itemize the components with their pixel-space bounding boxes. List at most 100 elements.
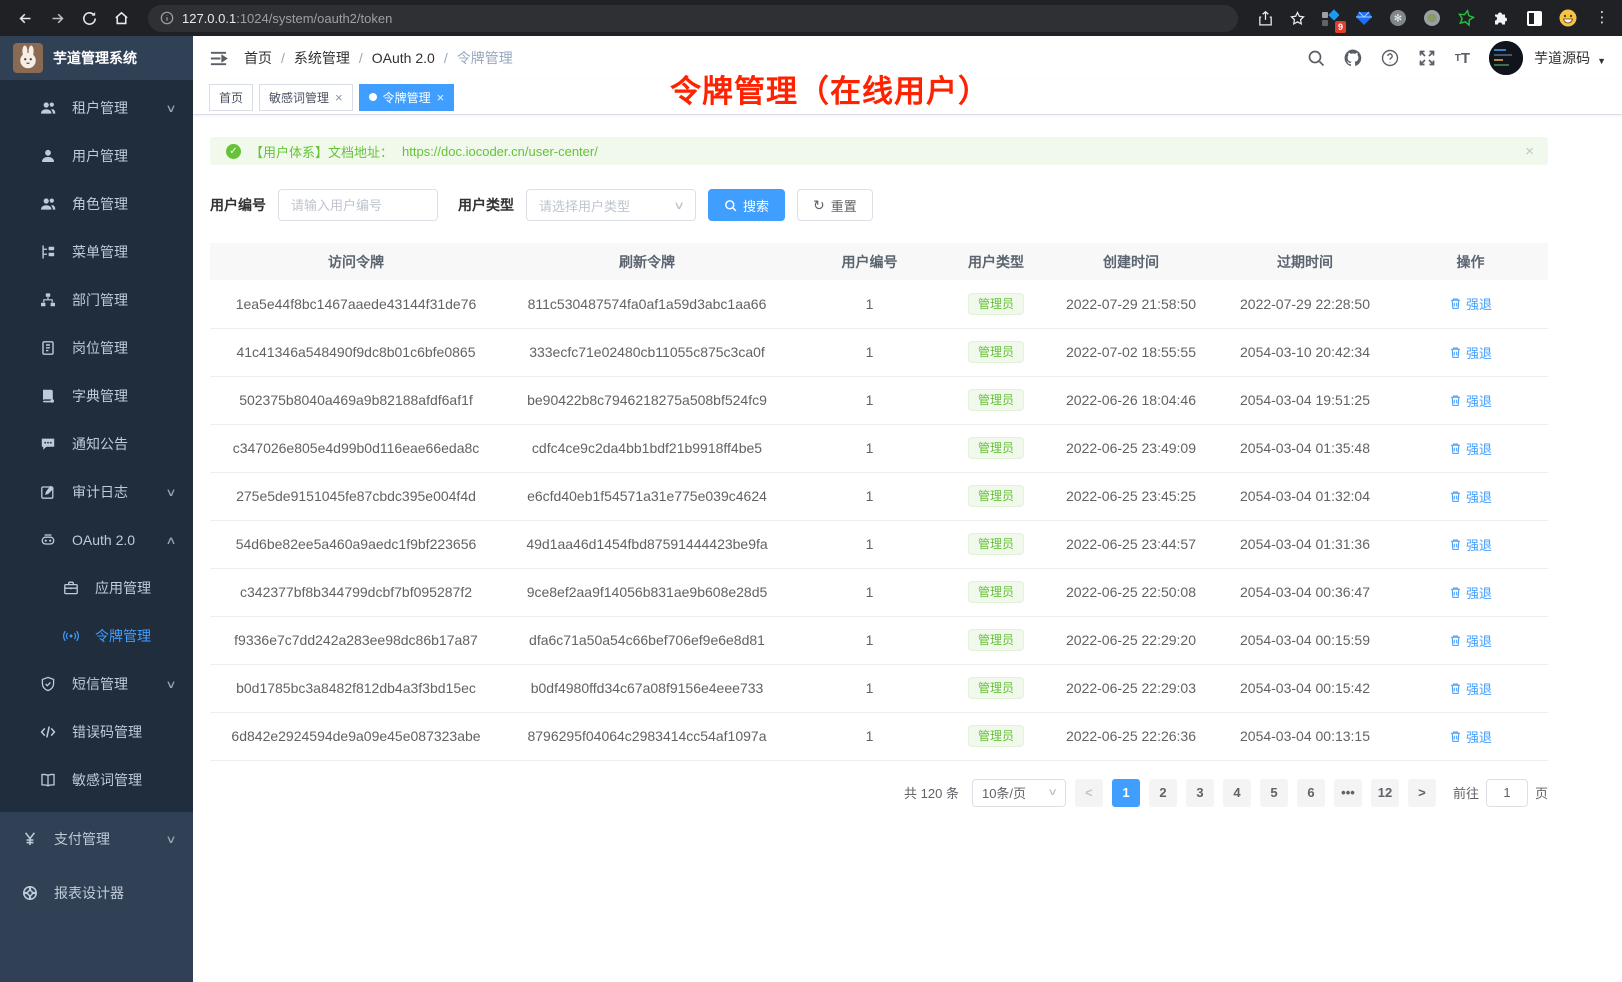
org-icon: [40, 292, 56, 308]
column-header: 创建时间: [1045, 243, 1217, 280]
table-header-row: 访问令牌刷新令牌用户编号用户类型创建时间过期时间操作: [210, 243, 1548, 280]
access-token-cell: 54d6be82ee5a460a9aedc1f9bf223656: [210, 520, 502, 568]
breadcrumb-item[interactable]: 系统管理: [294, 48, 350, 68]
username[interactable]: 芋道源码: [1534, 48, 1590, 68]
command-extension-icon[interactable]: ✻: [1388, 8, 1408, 28]
table-row: 54d6be82ee5a460a9aedc1f9bf223656 49d1aa4…: [210, 520, 1548, 568]
address-bar[interactable]: 127.0.0.1:1024/system/oauth2/token: [148, 5, 1238, 32]
user-id-input[interactable]: [278, 189, 438, 221]
page-button[interactable]: 3: [1186, 779, 1214, 807]
trash-icon: [1449, 730, 1462, 743]
refresh-token-cell: dfa6c71a50a54c66bef706ef9e6e8d81: [502, 616, 792, 664]
page-button[interactable]: 2: [1149, 779, 1177, 807]
sidebar-item[interactable]: 短信管理 ∨: [0, 660, 193, 708]
share-icon[interactable]: [1250, 4, 1280, 32]
header-search-icon[interactable]: [1307, 49, 1325, 67]
alert-close-icon[interactable]: ×: [1525, 143, 1534, 160]
sidebar-item[interactable]: 部门管理: [0, 276, 193, 324]
user-menu-caret-icon[interactable]: ▼: [1597, 56, 1606, 66]
create-time-cell: 2022-06-25 22:50:08: [1045, 568, 1217, 616]
more-pages-button[interactable]: •••: [1334, 779, 1362, 807]
home-icon[interactable]: [106, 4, 136, 32]
browser-menu-icon[interactable]: ⋮: [1592, 8, 1612, 28]
force-logout-button[interactable]: 强退: [1449, 439, 1492, 458]
github-icon[interactable]: [1344, 49, 1362, 67]
tab-close-icon[interactable]: ×: [437, 90, 445, 105]
sidebar-item[interactable]: 菜单管理: [0, 228, 193, 276]
sidebar-item[interactable]: 支付管理 ∨: [0, 812, 193, 866]
user-id-cell: 1: [792, 280, 947, 328]
tab[interactable]: 敏感词管理 ×: [259, 84, 353, 111]
puzzle-extensions-icon[interactable]: [1490, 8, 1510, 28]
breadcrumb-item[interactable]: 首页: [244, 48, 272, 68]
create-time-cell: 2022-07-02 18:55:55: [1045, 328, 1217, 376]
help-icon[interactable]: [1381, 49, 1399, 67]
force-logout-button[interactable]: 强退: [1449, 294, 1492, 313]
sidebar-item[interactable]: OAuth 2.0 ∧: [0, 516, 193, 564]
collapse-sidebar-icon[interactable]: [209, 49, 228, 68]
signal-icon: [63, 628, 79, 644]
sidebar-item[interactable]: 错误码管理: [0, 708, 193, 756]
reload-icon[interactable]: [74, 4, 104, 32]
page-button[interactable]: 4: [1223, 779, 1251, 807]
force-logout-button[interactable]: 强退: [1449, 583, 1492, 602]
font-size-icon[interactable]: TT: [1455, 50, 1470, 67]
green-star-extension-icon[interactable]: [1456, 8, 1476, 28]
user-type-select[interactable]: 请选择用户类型∨: [526, 189, 696, 221]
force-logout-button[interactable]: 强退: [1449, 391, 1492, 410]
fullscreen-icon[interactable]: [1418, 49, 1436, 67]
page-button[interactable]: 6: [1297, 779, 1325, 807]
sidebar-item[interactable]: 用户管理: [0, 132, 193, 180]
next-page-button[interactable]: >: [1408, 779, 1436, 807]
site-info-icon[interactable]: [160, 11, 174, 25]
force-logout-button[interactable]: 强退: [1449, 679, 1492, 698]
table-row: f9336e7c7dd242a283ee98dc86b17a87 dfa6c71…: [210, 616, 1548, 664]
back-icon[interactable]: [10, 4, 40, 32]
goto-page-input[interactable]: [1486, 779, 1528, 807]
profile-emoji-icon[interactable]: [1558, 8, 1578, 28]
force-logout-button[interactable]: 强退: [1449, 487, 1492, 506]
app-logo-rabbit-icon: [13, 43, 43, 73]
app-logo-row[interactable]: 芋道管理系统: [0, 36, 193, 80]
sidebar-item[interactable]: 敏感词管理: [0, 756, 193, 804]
user-type-badge: 管理员: [968, 485, 1024, 507]
tab-close-icon[interactable]: ×: [335, 90, 343, 105]
page-button[interactable]: 1: [1112, 779, 1140, 807]
gem-extension-icon[interactable]: [1354, 8, 1374, 28]
page-button[interactable]: 12: [1371, 779, 1399, 807]
sidebar-item[interactable]: 租户管理 ∨: [0, 84, 193, 132]
tab[interactable]: 首页: [209, 84, 253, 111]
force-logout-button[interactable]: 强退: [1449, 535, 1492, 554]
record-extension-icon[interactable]: [1422, 8, 1442, 28]
avatar[interactable]: [1489, 41, 1523, 75]
sidebar-item[interactable]: 岗位管理: [0, 324, 193, 372]
reset-button[interactable]: ↻ 重置: [797, 189, 873, 221]
force-logout-button[interactable]: 强退: [1449, 631, 1492, 650]
sidebar-item[interactable]: 字典管理: [0, 372, 193, 420]
breadcrumb-separator: /: [359, 50, 363, 66]
split-screen-icon[interactable]: [1524, 8, 1544, 28]
search-button[interactable]: 搜索: [708, 189, 785, 221]
force-logout-button[interactable]: 强退: [1449, 727, 1492, 746]
sidebar-item[interactable]: 通知公告: [0, 420, 193, 468]
sidebar-item[interactable]: 角色管理: [0, 180, 193, 228]
tab-group-extension-icon[interactable]: 9: [1320, 8, 1340, 28]
sidebar-item[interactable]: 令牌管理: [0, 612, 193, 660]
doc-link[interactable]: https://doc.iocoder.cn/user-center/: [402, 144, 598, 159]
bookmark-star-icon[interactable]: [1282, 4, 1312, 32]
chat-icon: [40, 436, 56, 452]
forward-icon[interactable]: [42, 4, 72, 32]
tab[interactable]: 令牌管理 ×: [359, 84, 455, 111]
token-table: 访问令牌刷新令牌用户编号用户类型创建时间过期时间操作 1ea5e44f8bc14…: [210, 243, 1548, 761]
page-button[interactable]: 5: [1260, 779, 1288, 807]
sidebar-item[interactable]: 报表设计器: [0, 866, 193, 920]
column-header: 过期时间: [1217, 243, 1393, 280]
prev-page-button[interactable]: <: [1075, 779, 1103, 807]
page-size-select[interactable]: 10条/页∨: [972, 779, 1066, 807]
breadcrumb-item[interactable]: OAuth 2.0: [372, 50, 435, 66]
trash-icon: [1449, 682, 1462, 695]
trash-icon: [1449, 442, 1462, 455]
sidebar-item[interactable]: 应用管理: [0, 564, 193, 612]
force-logout-button[interactable]: 强退: [1449, 343, 1492, 362]
sidebar-item[interactable]: 审计日志 ∨: [0, 468, 193, 516]
